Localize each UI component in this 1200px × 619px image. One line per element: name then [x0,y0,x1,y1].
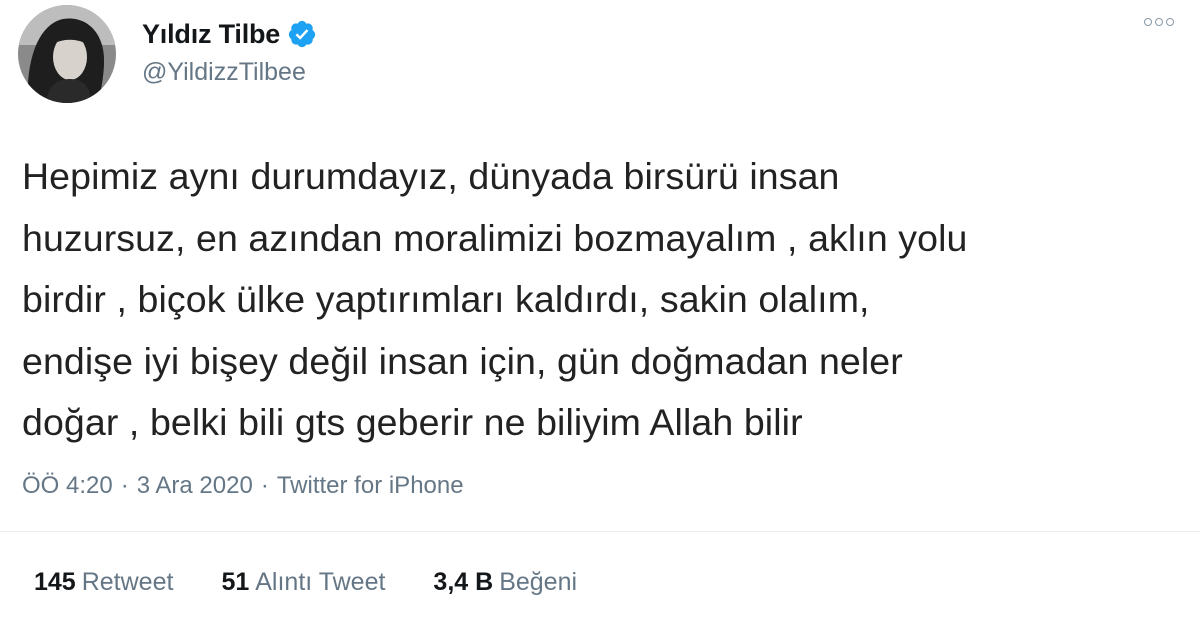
tweet-text-line: endişe iyi bişey değil insan için, gün d… [22,339,903,382]
tweet-date[interactable]: 3 Ara 2020 [137,472,253,500]
retweet-count[interactable]: 145 Retweet [34,568,173,597]
quote-count[interactable]: 51 Alıntı Tweet [221,568,385,597]
quote-count-value: 51 [221,568,250,596]
divider [0,531,1200,532]
tweet-card: Yıldız Tilbe @YildizzTilbee Hepimiz aynı… [0,0,1200,619]
tweet-text-line: huzursuz, en azından moralimizi bozmayal… [22,216,968,259]
author-name-row: Yıldız Tilbe [142,14,317,54]
more-dot [1144,18,1152,26]
meta-separator: · [260,472,269,499]
retweet-count-value: 145 [34,568,76,596]
quote-count-label: Alıntı Tweet [255,568,386,596]
more-options-icon[interactable] [1144,18,1174,26]
more-dot [1155,18,1163,26]
avatar[interactable] [18,5,116,103]
tweet-stats: 145 Retweet 51 Alıntı Tweet 3,4 B Beğeni [34,568,625,597]
handle[interactable]: @YildizzTilbee [142,58,317,87]
author-block: Yıldız Tilbe @YildizzTilbee [142,14,317,87]
like-count-value: 3,4 B [433,568,494,596]
verified-badge-icon [287,19,317,49]
meta-separator: · [120,472,129,499]
more-dot [1166,18,1174,26]
like-count[interactable]: 3,4 B Beğeni [433,568,577,597]
display-name[interactable]: Yıldız Tilbe [142,19,280,50]
tweet-text: Hepimiz aynı durumdayız, dünyada birsürü… [22,146,1172,454]
tweet-text-line: doğar , belki bili gts geberir ne biliyi… [22,401,803,443]
tweet-time[interactable]: ÖÖ 4:20 [22,472,113,500]
tweet-text-line: Hepimiz aynı durumdayız, dünyada birsürü… [22,155,840,197]
retweet-count-label: Retweet [81,568,174,596]
tweet-text-line: birdir , biçok ülke yaptırımları kaldırd… [22,278,870,320]
tweet-meta: ÖÖ 4:20 · 3 Ara 2020 · Twitter for iPhon… [22,472,464,500]
like-count-label: Beğeni [499,568,578,596]
avatar-image [18,5,116,103]
tweet-source[interactable]: Twitter for iPhone [277,472,464,500]
